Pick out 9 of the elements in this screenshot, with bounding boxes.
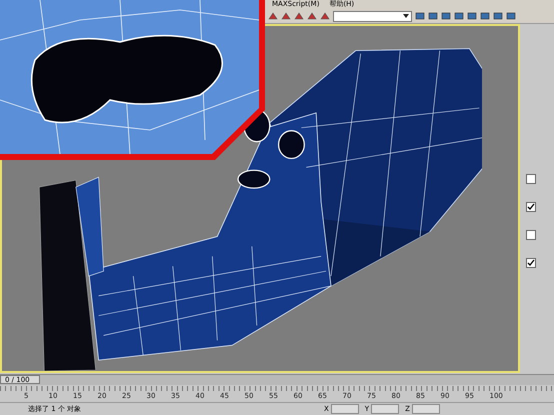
caret-icon	[403, 14, 409, 18]
checkbox[interactable]	[526, 230, 536, 240]
selection-dropdown[interactable]	[333, 10, 412, 22]
coordinate-field[interactable]	[412, 404, 440, 414]
coordinate-field[interactable]	[330, 404, 359, 414]
checkbox[interactable]	[526, 202, 536, 212]
coordinate-field[interactable]	[371, 404, 400, 414]
checkbox[interactable]	[526, 258, 536, 268]
checkbox[interactable]	[526, 174, 536, 184]
